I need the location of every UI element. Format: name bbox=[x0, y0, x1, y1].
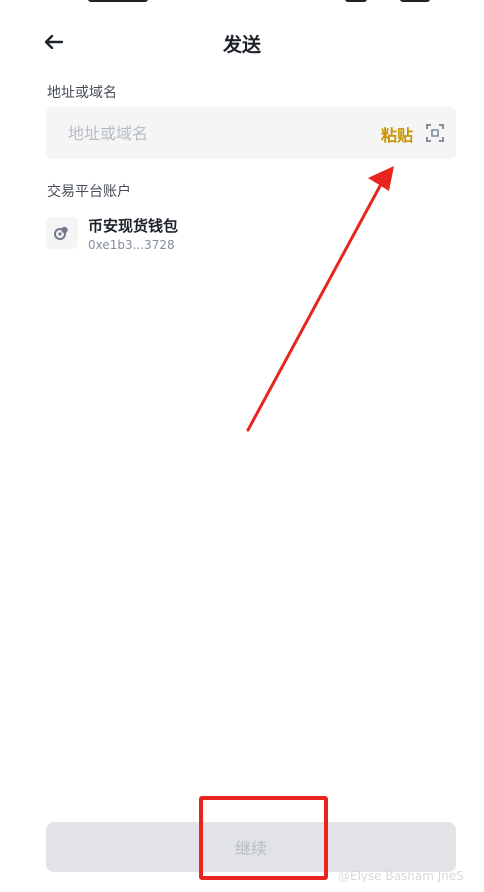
page-title: 发送 bbox=[222, 34, 261, 56]
paste-button[interactable]: 粘贴 bbox=[381, 122, 413, 146]
address-input[interactable] bbox=[46, 107, 366, 159]
address-section-label: 地址或域名 bbox=[47, 85, 117, 101]
exchange-section-label: 交易平台账户 bbox=[47, 184, 131, 200]
scan-button[interactable] bbox=[426, 124, 444, 142]
watermark: @Elyse Basham JneS bbox=[338, 869, 464, 883]
status-bar bbox=[0, 0, 484, 6]
wallet-avatar bbox=[46, 217, 78, 249]
address-field-container: 粘贴 bbox=[46, 107, 456, 159]
account-name: 币安现货钱包 bbox=[88, 217, 179, 235]
exchange-account-item[interactable]: 币安现货钱包 0xe1b3...3728 bbox=[46, 210, 446, 256]
scan-icon bbox=[426, 124, 444, 142]
wallet-icon bbox=[54, 226, 68, 240]
top-bar: 发送 bbox=[0, 22, 484, 62]
continue-button[interactable]: 继续 bbox=[46, 822, 456, 872]
account-address: 0xe1b3...3728 bbox=[88, 238, 175, 252]
